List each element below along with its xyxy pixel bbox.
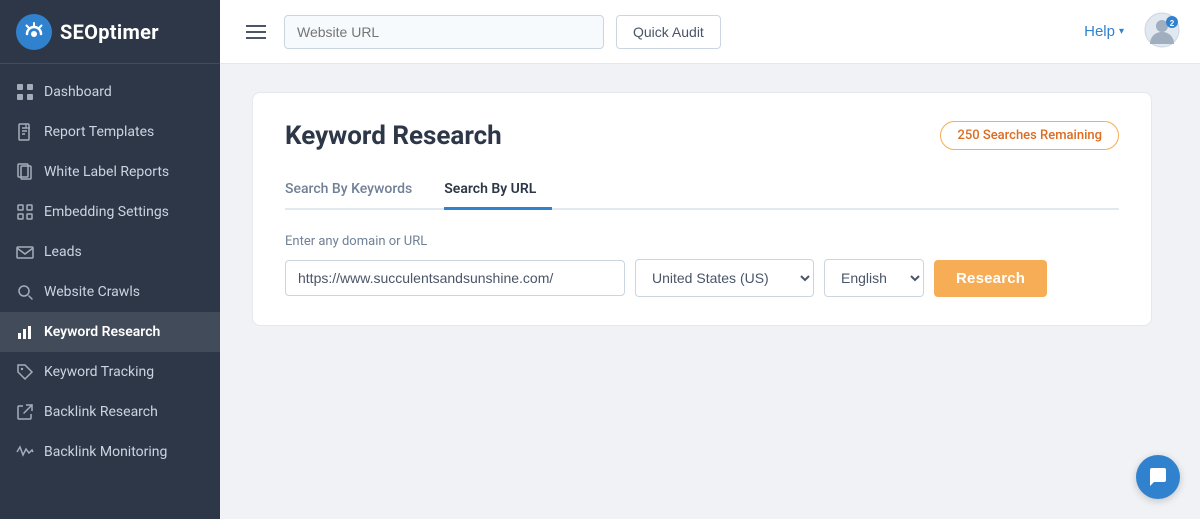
copy-icon xyxy=(16,163,34,181)
sidebar-item-label: Report Templates xyxy=(44,124,154,140)
search-circle-icon xyxy=(16,283,34,301)
page-header: Keyword Research 250 Searches Remaining xyxy=(285,121,1119,151)
sidebar-item-label: Keyword Research xyxy=(44,324,160,340)
chat-icon xyxy=(1147,466,1169,488)
help-button[interactable]: Help ▾ xyxy=(1084,23,1124,40)
external-link-icon xyxy=(16,403,34,421)
sidebar-item-label: Leads xyxy=(44,244,82,260)
bar-chart-icon xyxy=(16,323,34,341)
user-avatar-button[interactable]: 2 xyxy=(1144,12,1180,51)
activity-icon xyxy=(16,443,34,461)
tag-icon xyxy=(16,363,34,381)
sidebar-item-label: Website Crawls xyxy=(44,284,140,300)
research-button[interactable]: Research xyxy=(934,260,1047,297)
logo-icon xyxy=(16,14,52,50)
tab-search-by-url[interactable]: Search By URL xyxy=(444,171,552,210)
domain-url-input[interactable] xyxy=(285,260,625,296)
sidebar-item-label: Embedding Settings xyxy=(44,204,169,220)
chat-button[interactable] xyxy=(1136,455,1180,499)
sidebar-item-label: Backlink Monitoring xyxy=(44,444,167,460)
logo-text: SEOptimer xyxy=(60,20,159,44)
sidebar-item-backlink-monitoring[interactable]: Backlink Monitoring xyxy=(0,432,220,472)
content-card: Keyword Research 250 Searches Remaining … xyxy=(252,92,1152,326)
sidebar-item-label: Dashboard xyxy=(44,84,112,100)
search-form: Enter any domain or URL United States (U… xyxy=(285,234,1119,297)
searches-remaining-badge: 250 Searches Remaining xyxy=(940,121,1119,150)
search-label: Enter any domain or URL xyxy=(285,234,1119,249)
user-avatar-icon: 2 xyxy=(1144,12,1180,48)
grid-alt-icon xyxy=(16,203,34,221)
page-title: Keyword Research xyxy=(285,121,502,151)
envelope-icon xyxy=(16,243,34,261)
sidebar-item-leads[interactable]: Leads xyxy=(0,232,220,272)
sidebar-item-report-templates[interactable]: Report Templates xyxy=(0,112,220,152)
country-select[interactable]: United States (US) United Kingdom (UK) A… xyxy=(635,259,814,297)
file-icon xyxy=(16,123,34,141)
quick-audit-button[interactable]: Quick Audit xyxy=(616,15,721,49)
sidebar-item-keyword-tracking[interactable]: Keyword Tracking xyxy=(0,352,220,392)
grid-icon xyxy=(16,83,34,101)
sidebar-item-label: White Label Reports xyxy=(44,164,169,180)
sidebar-item-dashboard[interactable]: Dashboard xyxy=(0,72,220,112)
sidebar-item-label: Keyword Tracking xyxy=(44,364,154,380)
sidebar-item-embedding-settings[interactable]: Embedding Settings xyxy=(0,192,220,232)
topbar: Quick Audit Help ▾ 2 xyxy=(220,0,1200,64)
sidebar: SEOptimer Dashboard Report Templates Whi… xyxy=(0,0,220,519)
sidebar-item-keyword-research[interactable]: Keyword Research xyxy=(0,312,220,352)
content-area: Keyword Research 250 Searches Remaining … xyxy=(220,64,1200,519)
svg-text:2: 2 xyxy=(1170,19,1175,28)
sidebar-item-white-label-reports[interactable]: White Label Reports xyxy=(0,152,220,192)
logo[interactable]: SEOptimer xyxy=(0,0,220,64)
tab-search-by-keywords[interactable]: Search By Keywords xyxy=(285,171,428,210)
sidebar-item-website-crawls[interactable]: Website Crawls xyxy=(0,272,220,312)
sidebar-item-backlink-research[interactable]: Backlink Research xyxy=(0,392,220,432)
sidebar-item-label: Backlink Research xyxy=(44,404,158,420)
main-area: Quick Audit Help ▾ 2 Keyword Research 25… xyxy=(220,0,1200,519)
url-input-wrapper xyxy=(284,15,604,49)
search-row: United States (US) United Kingdom (UK) A… xyxy=(285,259,1119,297)
sidebar-nav: Dashboard Report Templates White Label R… xyxy=(0,64,220,519)
help-chevron-icon: ▾ xyxy=(1119,26,1124,37)
tabs: Search By Keywords Search By URL xyxy=(285,171,1119,210)
website-url-input[interactable] xyxy=(284,15,604,49)
hamburger-button[interactable] xyxy=(240,18,272,46)
language-select[interactable]: English Spanish French German xyxy=(824,259,924,297)
